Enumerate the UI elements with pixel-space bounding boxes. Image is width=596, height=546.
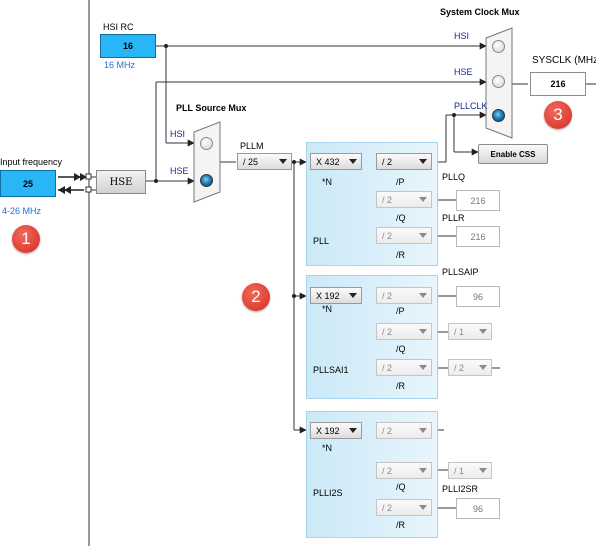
plli2s-q-select[interactable]: / 2 xyxy=(376,462,432,479)
pll-source-hse-label: HSE xyxy=(170,166,189,176)
pll-r-select[interactable]: / 2 xyxy=(376,227,432,244)
chevron-down-icon xyxy=(419,233,427,238)
sysmux-hsi-radio[interactable] xyxy=(492,40,505,53)
plli2s-q-label: /Q xyxy=(396,482,406,492)
pll-name: PLL xyxy=(313,236,330,246)
pllsai1-p-label: /P xyxy=(396,306,405,316)
sysmux-hsi-label: HSI xyxy=(454,31,470,41)
pll-r-label: /R xyxy=(396,250,405,260)
sysmux-hse-radio[interactable] xyxy=(492,75,505,88)
pllsai1-q-value: / 2 xyxy=(382,326,393,337)
plli2s-r-value: / 2 xyxy=(382,502,393,513)
chevron-down-icon xyxy=(419,505,427,510)
pll-source-hsi-radio[interactable] xyxy=(200,137,213,150)
step-badge-2: 2 xyxy=(242,283,270,311)
plli2s-n-value: X 192 xyxy=(316,425,340,436)
chevron-down-icon xyxy=(349,428,357,433)
pllsai1-r-label: /R xyxy=(396,381,405,391)
pllsai1-q-select[interactable]: / 2 xyxy=(376,323,432,340)
pll-source-mux-label: PLL Source Mux xyxy=(176,103,247,113)
chevron-down-icon xyxy=(479,468,487,473)
pll-q-value: / 2 xyxy=(382,194,393,205)
chevron-down-icon xyxy=(419,293,427,298)
plli2s-p-value: / 2 xyxy=(382,425,393,436)
plli2s-q-post-select[interactable]: / 1 xyxy=(448,462,492,479)
pllsai1-r-post-value: / 2 xyxy=(454,362,465,373)
input-frequency-label: Input frequency xyxy=(0,157,63,167)
chevron-down-icon xyxy=(419,159,427,164)
pll-n-label: *N xyxy=(322,177,333,187)
plli2s-q-post-value: / 1 xyxy=(454,465,465,476)
chevron-down-icon xyxy=(279,159,287,164)
chevron-down-icon xyxy=(479,365,487,370)
pll-source-hse-radio[interactable] xyxy=(200,174,213,187)
pllsai1-n-select[interactable]: X 192 xyxy=(310,287,362,304)
plli2s-r-select[interactable]: / 2 xyxy=(376,499,432,516)
pllsai1-n-label: *N xyxy=(322,304,333,314)
input-frequency-range: 4-26 MHz xyxy=(2,206,42,216)
pll-p-value: / 2 xyxy=(382,156,393,167)
pllsai1-p-out-label: PLLSAIP xyxy=(442,267,479,277)
plli2s-p-select[interactable]: / 2 xyxy=(376,422,432,439)
hsi-rc-value: 16 xyxy=(100,34,156,58)
pllsai1-p-output: 96 xyxy=(456,286,500,307)
pll-p-select[interactable]: / 2 xyxy=(376,153,432,170)
pllsai1-p-value: / 2 xyxy=(382,290,393,301)
chevron-down-icon xyxy=(349,159,357,164)
sysclk-value: 216 xyxy=(530,72,586,96)
pll-q-out-label: PLLQ xyxy=(442,172,466,182)
plli2s-n-select[interactable]: X 192 xyxy=(310,422,362,439)
chevron-down-icon xyxy=(419,197,427,202)
plli2s-q-value: / 2 xyxy=(382,465,393,476)
hsi-rc-freq: 16 MHz xyxy=(104,60,136,70)
sysmux-hse-label: HSE xyxy=(454,67,473,77)
pll-r-out-label: PLLR xyxy=(442,213,465,223)
chevron-down-icon xyxy=(419,329,427,334)
pllsai1-q-post-value: / 1 xyxy=(454,326,465,337)
pllsai1-r-value: / 2 xyxy=(382,362,393,373)
pll-q-select[interactable]: / 2 xyxy=(376,191,432,208)
system-clock-mux-title: System Clock Mux xyxy=(440,7,520,17)
step-badge-3: 3 xyxy=(544,101,572,129)
pllsai1-n-value: X 192 xyxy=(316,290,340,301)
chevron-down-icon xyxy=(479,329,487,334)
step-badge-1: 1 xyxy=(12,225,40,253)
pll-n-value: X 432 xyxy=(316,156,340,167)
sysclk-label: SYSCLK (MHz) xyxy=(532,55,596,66)
chevron-down-icon xyxy=(419,468,427,473)
input-frequency-field[interactable]: 25 xyxy=(0,170,56,197)
clock-wiring xyxy=(58,0,596,546)
pllm-label: PLLM xyxy=(240,141,264,151)
hse-oscillator-block: HSE xyxy=(96,170,146,194)
chevron-down-icon xyxy=(419,428,427,433)
chevron-down-icon xyxy=(349,293,357,298)
plli2s-n-label: *N xyxy=(322,443,333,453)
pll-source-hsi-label: HSI xyxy=(170,129,186,139)
chevron-down-icon xyxy=(419,365,427,370)
sysmux-pllclk-radio[interactable] xyxy=(492,109,505,122)
pll-n-select[interactable]: X 432 xyxy=(310,153,362,170)
pllsai1-name: PLLSAI1 xyxy=(313,365,349,375)
pllsai1-r-select[interactable]: / 2 xyxy=(376,359,432,376)
pllsai1-r-post-select[interactable]: / 2 xyxy=(448,359,492,376)
plli2s-r-out-label: PLLI2SR xyxy=(442,484,479,494)
pllsai1-q-post-select[interactable]: / 1 xyxy=(448,323,492,340)
pll-q-output: 216 xyxy=(456,190,500,211)
hsi-rc-label: HSI RC xyxy=(103,22,134,32)
pllm-divider-select[interactable]: / 25 xyxy=(237,153,292,170)
pll-r-value: / 2 xyxy=(382,230,393,241)
plli2s-r-label: /R xyxy=(396,520,405,530)
plli2s-r-output: 96 xyxy=(456,498,500,519)
pllsai1-p-select[interactable]: / 2 xyxy=(376,287,432,304)
pll-r-output: 216 xyxy=(456,226,500,247)
pll-q-label: /Q xyxy=(396,213,406,223)
pll-p-label: /P xyxy=(396,177,405,187)
enable-css-button[interactable]: Enable CSS xyxy=(478,144,548,164)
pllsai1-q-label: /Q xyxy=(396,344,406,354)
sysmux-pllclk-label: PLLCLK xyxy=(454,101,488,111)
plli2s-name: PLLI2S xyxy=(313,488,343,498)
pllm-divider-value: / 25 xyxy=(243,156,259,167)
